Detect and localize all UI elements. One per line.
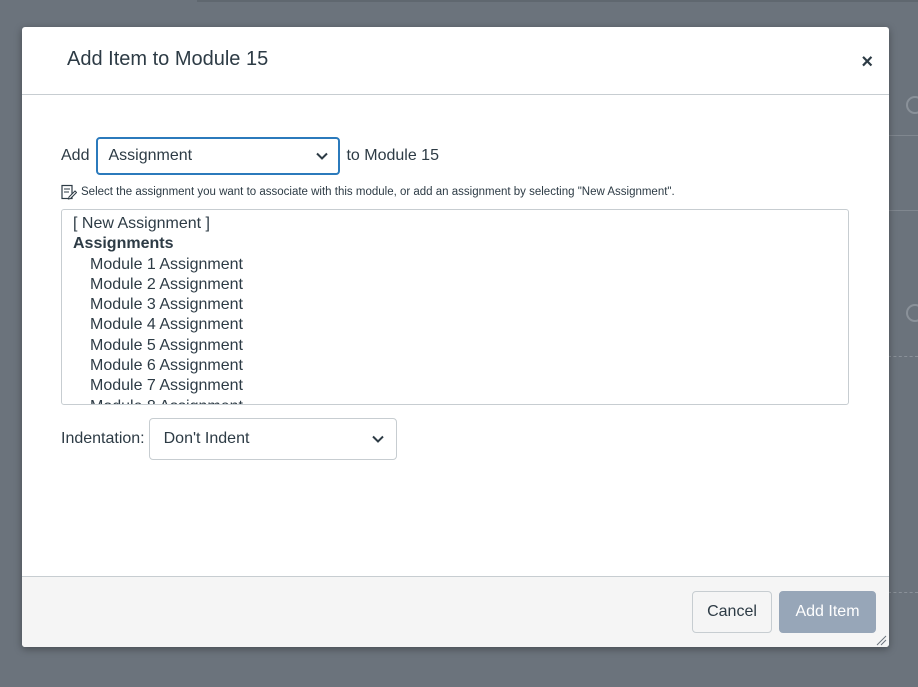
chevron-down-icon xyxy=(371,430,384,448)
edit-icon xyxy=(61,184,78,200)
resize-handle-icon[interactable] xyxy=(875,633,887,646)
list-option[interactable]: Module 6 Assignment xyxy=(62,356,848,376)
indentation-label: Indentation: xyxy=(61,430,145,447)
background-dashed-line xyxy=(888,356,918,357)
add-type-row: Add Assignment to Module 15 xyxy=(61,137,439,175)
instruction-hint: Select the assignment you want to associ… xyxy=(61,184,675,200)
list-group-label: Assignments xyxy=(73,235,174,253)
list-option[interactable]: Module 1 Assignment xyxy=(62,255,848,275)
cancel-button[interactable]: Cancel xyxy=(692,591,772,633)
background-row-divider xyxy=(888,210,918,211)
indentation-select[interactable]: Don't Indent xyxy=(148,418,397,460)
dialog-header: Add Item to Module 15 × xyxy=(22,27,889,95)
add-item-dialog: Add Item to Module 15 × Add Assignment t… xyxy=(22,27,889,647)
background-unpublished-icon xyxy=(906,96,918,114)
background-unpublished-icon xyxy=(906,304,918,322)
background-dashed-line xyxy=(888,592,918,593)
assignment-listbox[interactable]: [ New Assignment ] Assignments Module 1 … xyxy=(61,209,849,405)
dialog-footer: Cancel Add Item xyxy=(22,576,889,647)
list-option[interactable]: Module 3 Assignment xyxy=(62,295,848,315)
item-type-select[interactable]: Assignment xyxy=(96,137,341,175)
close-button[interactable]: × xyxy=(861,52,873,72)
item-type-value: Assignment xyxy=(108,147,193,164)
list-option[interactable]: Module 2 Assignment xyxy=(62,275,848,295)
list-option[interactable]: Module 8 Assignment xyxy=(62,397,848,404)
indentation-value: Don't Indent xyxy=(163,430,250,447)
chevron-down-icon xyxy=(316,149,329,163)
list-option-new-assignment[interactable]: [ New Assignment ] xyxy=(62,214,848,234)
add-label: Add xyxy=(61,147,90,164)
background-row-divider xyxy=(888,135,918,136)
add-item-button[interactable]: Add Item xyxy=(779,591,876,633)
list-option[interactable]: Module 4 Assignment xyxy=(62,315,848,335)
background-page-header xyxy=(197,0,918,2)
dialog-title: Add Item to Module 15 xyxy=(67,48,269,70)
hint-text: Select the assignment you want to associ… xyxy=(81,186,675,198)
list-option[interactable]: Module 7 Assignment xyxy=(62,376,848,396)
target-module-label: to Module 15 xyxy=(346,147,439,164)
list-option[interactable]: Module 5 Assignment xyxy=(62,336,848,356)
indentation-row: Indentation: Don't Indent xyxy=(61,418,397,460)
